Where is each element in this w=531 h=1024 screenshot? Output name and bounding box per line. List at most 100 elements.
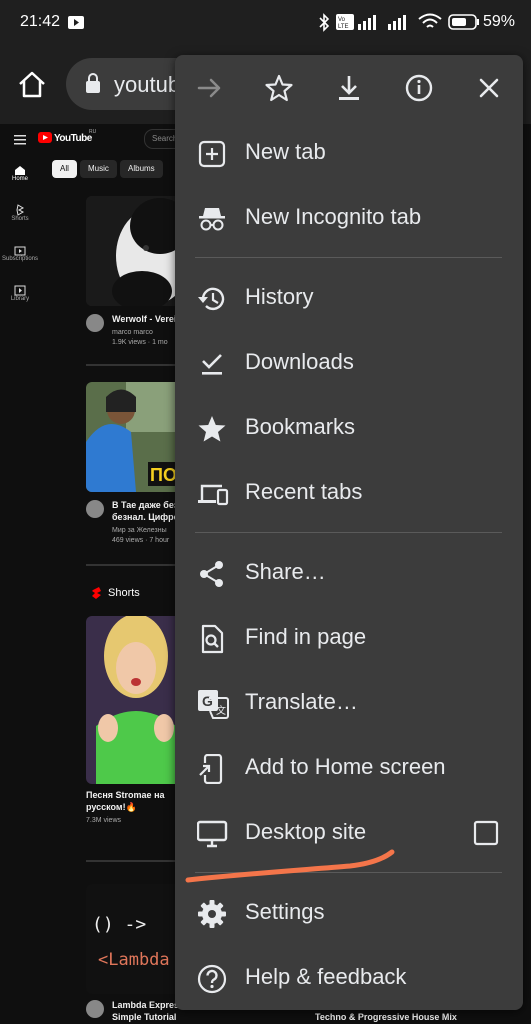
chip-all[interactable]: All [52, 160, 77, 178]
channel-avatar[interactable] [86, 314, 104, 332]
new-tab-icon [197, 139, 227, 169]
youtube-logo[interactable] [38, 132, 52, 143]
code-line-2: <Lambda [98, 950, 170, 970]
menu-item-add-to-home-screen[interactable]: Add to Home screen [175, 736, 523, 801]
find-in-page-icon [197, 624, 227, 654]
page-info-button[interactable] [399, 68, 439, 108]
home-icon [15, 166, 25, 175]
short-meta: 7.3M views [86, 817, 122, 824]
section-divider [86, 564, 186, 566]
channel-avatar[interactable] [86, 500, 104, 518]
menu-item-history[interactable]: History [175, 266, 523, 331]
yt-sidebar-shorts-label: Shorts [11, 216, 29, 222]
menu-item-settings[interactable]: Settings [175, 881, 523, 946]
svg-text:G: G [202, 693, 213, 709]
video-channel: Мир за Железны [112, 527, 167, 534]
video-thumbnail-3[interactable]: () -> <Lambda [86, 884, 186, 994]
menu-action-bar [175, 55, 523, 121]
status-time: 21:42 [20, 13, 61, 30]
download-page-button[interactable] [329, 68, 369, 108]
yt-sidebar-library-label: Library [10, 296, 30, 302]
menu-item-label: Downloads [245, 349, 354, 374]
bookmark-star-icon [265, 74, 293, 102]
video-title[interactable]: Werwolf - Vereir [112, 314, 182, 325]
video-title[interactable]: В Тае даже безд [112, 500, 182, 511]
svg-text:LTE: LTE [338, 24, 349, 30]
star-icon [197, 414, 227, 444]
signal-icon-1 [358, 14, 382, 30]
url-text: youtub [114, 72, 181, 97]
menu-item-label: New tab [245, 139, 326, 164]
section-divider [86, 860, 186, 862]
wifi-icon [418, 13, 442, 31]
video-title[interactable]: Techno & Progressive House Mix [315, 1012, 457, 1023]
section-divider [86, 364, 186, 366]
yt-sidebar-home-label: Home [11, 176, 28, 182]
menu-divider [195, 532, 502, 533]
menu-item-label: Translate… [245, 689, 358, 714]
youtube-logo-text: YouTube [54, 133, 92, 144]
menu-item-label: Bookmarks [245, 414, 356, 439]
chip-albums[interactable]: Albums [120, 160, 163, 178]
short-thumbnail[interactable] [86, 616, 186, 784]
highlight-underline [185, 849, 395, 883]
close-menu-button[interactable] [469, 68, 509, 108]
desktop-icon [197, 819, 228, 849]
info-icon [405, 74, 433, 102]
svg-text:Vo: Vo [338, 17, 346, 23]
video-thumbnail-2-overlay: ПО [150, 465, 177, 485]
menu-item-label: Share… [245, 559, 326, 584]
menu-item-new-tab[interactable]: New tab [175, 121, 523, 186]
yt-sidebar-subscriptions[interactable]: Subscriptions [0, 244, 40, 262]
battery-icon [448, 14, 480, 30]
forward-button[interactable] [189, 68, 229, 108]
menu-item-help-feedback[interactable]: Help & feedback [175, 946, 523, 1011]
menu-item-label: Settings [245, 899, 325, 924]
video-channel: marco marco [112, 329, 153, 336]
menu-item-downloads[interactable]: Downloads [175, 331, 523, 396]
hamburger-icon[interactable] [14, 135, 26, 145]
status-bar: 21:42 Vo LTE 59% [0, 0, 531, 46]
home-icon [10, 60, 54, 110]
yt-sidebar-home[interactable]: Home [0, 164, 40, 182]
menu-item-recent-tabs[interactable]: Recent tabs [175, 461, 523, 526]
menu-item-share[interactable]: Share… [175, 541, 523, 606]
menu-item-new-incognito-tab[interactable]: New Incognito tab [175, 186, 523, 251]
menu-item-label: Desktop site [245, 819, 367, 844]
history-icon [197, 284, 227, 314]
menu-item-label: Find in page [245, 624, 367, 649]
yt-sidebar-subscriptions-label: Subscriptions [1, 256, 39, 262]
battery-percent: 59% [482, 13, 515, 30]
code-line-1: () -> [92, 914, 147, 935]
search-placeholder: Search [152, 134, 178, 143]
video-meta: 469 views · 7 hour [112, 537, 170, 544]
shorts-icon [16, 204, 25, 216]
video-thumbnail-1[interactable] [86, 196, 186, 306]
menu-item-translate[interactable]: G文 Translate… [175, 671, 523, 736]
lock-icon [84, 72, 102, 94]
video-meta: 1.9K views · 1 mo [112, 339, 168, 346]
menu-item-bookmarks[interactable]: Bookmarks [175, 396, 523, 461]
menu-item-label: New Incognito tab [245, 204, 422, 229]
volte-icon: Vo LTE [336, 14, 354, 30]
shorts-icon [90, 587, 102, 599]
desktop-site-checkbox[interactable] [472, 819, 500, 847]
translate-icon: G文 [197, 689, 229, 719]
menu-item-label: Add to Home screen [245, 754, 446, 779]
bookmark-button[interactable] [259, 68, 299, 108]
devices-icon [197, 479, 229, 509]
chip-music[interactable]: Music [80, 160, 117, 178]
yt-sidebar-shorts[interactable]: Shorts [0, 204, 40, 222]
add-to-home-icon [197, 754, 227, 784]
shorts-heading: Shorts [108, 587, 140, 599]
video-title-line2: безнал. Цифров [112, 512, 182, 522]
short-title[interactable]: Песня Stromae на [86, 790, 165, 801]
close-icon [479, 78, 499, 98]
forward-icon [197, 78, 221, 98]
downloads-icon [197, 349, 227, 379]
channel-avatar[interactable] [86, 1000, 104, 1018]
yt-sidebar-library[interactable]: Library [0, 284, 40, 302]
signal-icon-2 [388, 14, 412, 30]
home-button[interactable] [10, 60, 54, 110]
menu-item-find-in-page[interactable]: Find in page [175, 606, 523, 671]
